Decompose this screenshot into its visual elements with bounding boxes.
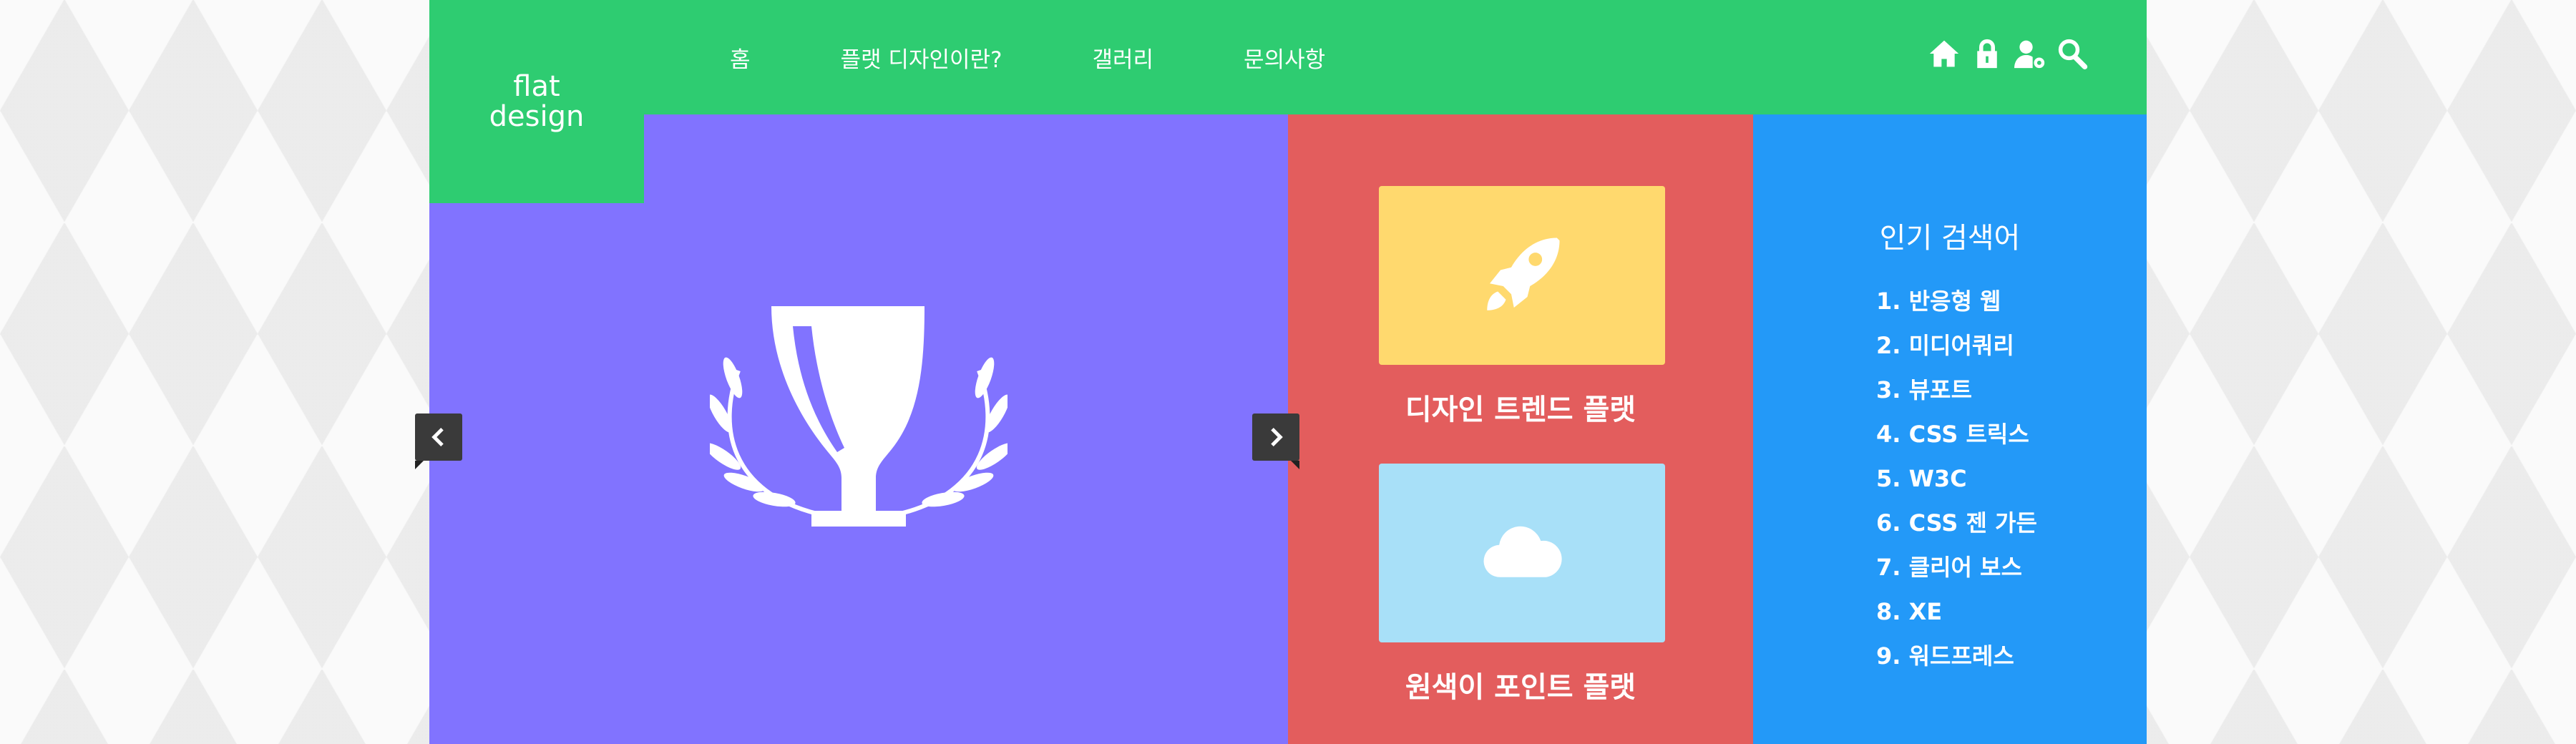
popular-item[interactable]: 9. 워드프레스 [1876, 634, 2037, 678]
logo-line2: design [489, 100, 585, 133]
main-slider [429, 114, 1288, 744]
popular-item[interactable]: 2. 미디어쿼리 [1876, 323, 2037, 368]
popular-item[interactable]: 3. 뷰포트 [1876, 368, 2037, 412]
popular-item[interactable]: 7. 클리어 보스 [1876, 545, 2037, 589]
trend-card-rocket[interactable] [1379, 186, 1665, 365]
popular-item[interactable]: 1. 반응형 웹 [1876, 279, 2037, 323]
header-tools [1928, 37, 2089, 70]
slider-next-button[interactable] [1252, 413, 1299, 469]
trophy-icon [710, 306, 1008, 527]
rocket-icon [1487, 238, 1560, 310]
slider-prev-button[interactable] [415, 413, 462, 469]
nav-about-flat[interactable]: 플랫 디자인이란? [841, 41, 1002, 74]
nav-contact[interactable]: 문의사항 [1244, 41, 1325, 74]
trend-card-label[interactable]: 디자인 트렌드 플랫 [1288, 386, 1753, 428]
page-wrapper: 홈 플랫 디자인이란? 갤러리 문의사항 flat design 디자인 트렌드… [415, 0, 2147, 744]
chevron-left-icon [431, 427, 444, 447]
user-settings-button[interactable] [2014, 37, 2046, 70]
logo-line1: flat [513, 70, 560, 103]
home-button[interactable] [1928, 37, 1961, 70]
home-icon [1929, 40, 1959, 67]
site-header: 홈 플랫 디자인이란? 갤러리 문의사항 [429, 0, 2147, 114]
popular-title: 인기 검색어 [1879, 222, 2021, 255]
cloud-icon [1483, 526, 1562, 577]
chevron-right-icon [1271, 427, 1283, 447]
search-icon [2058, 39, 2088, 69]
popular-list: 1. 반응형 웹 2. 미디어쿼리 3. 뷰포트 4. CSS 트릭스 5. W… [1876, 279, 2037, 678]
user-settings-icon [2014, 40, 2045, 69]
search-button[interactable] [2057, 37, 2089, 70]
main-nav: 홈 플랫 디자인이란? 갤러리 문의사항 [730, 0, 1415, 114]
popular-searches: 인기 검색어 1. 반응형 웹 2. 미디어쿼리 3. 뷰포트 4. CSS 트… [1753, 114, 2147, 744]
nav-home[interactable]: 홈 [730, 41, 751, 74]
trend-card-cloud[interactable] [1379, 464, 1665, 642]
trend-card-label[interactable]: 원색이 포인트 플랫 [1288, 664, 1753, 705]
lock-button[interactable] [1971, 37, 2004, 70]
site-logo[interactable]: flat design [429, 0, 644, 203]
nav-gallery[interactable]: 갤러리 [1092, 41, 1153, 74]
popular-item[interactable]: 5. W3C [1876, 456, 2037, 501]
popular-item[interactable]: 6. CSS 젠 가든 [1876, 501, 2037, 545]
popular-item[interactable]: 4. CSS 트릭스 [1876, 412, 2037, 456]
trends-panel: 디자인 트렌드 플랫 원색이 포인트 플랫 [1288, 114, 1753, 744]
popular-item[interactable]: 8. XE [1876, 589, 2037, 634]
lock-icon [1977, 39, 1997, 69]
